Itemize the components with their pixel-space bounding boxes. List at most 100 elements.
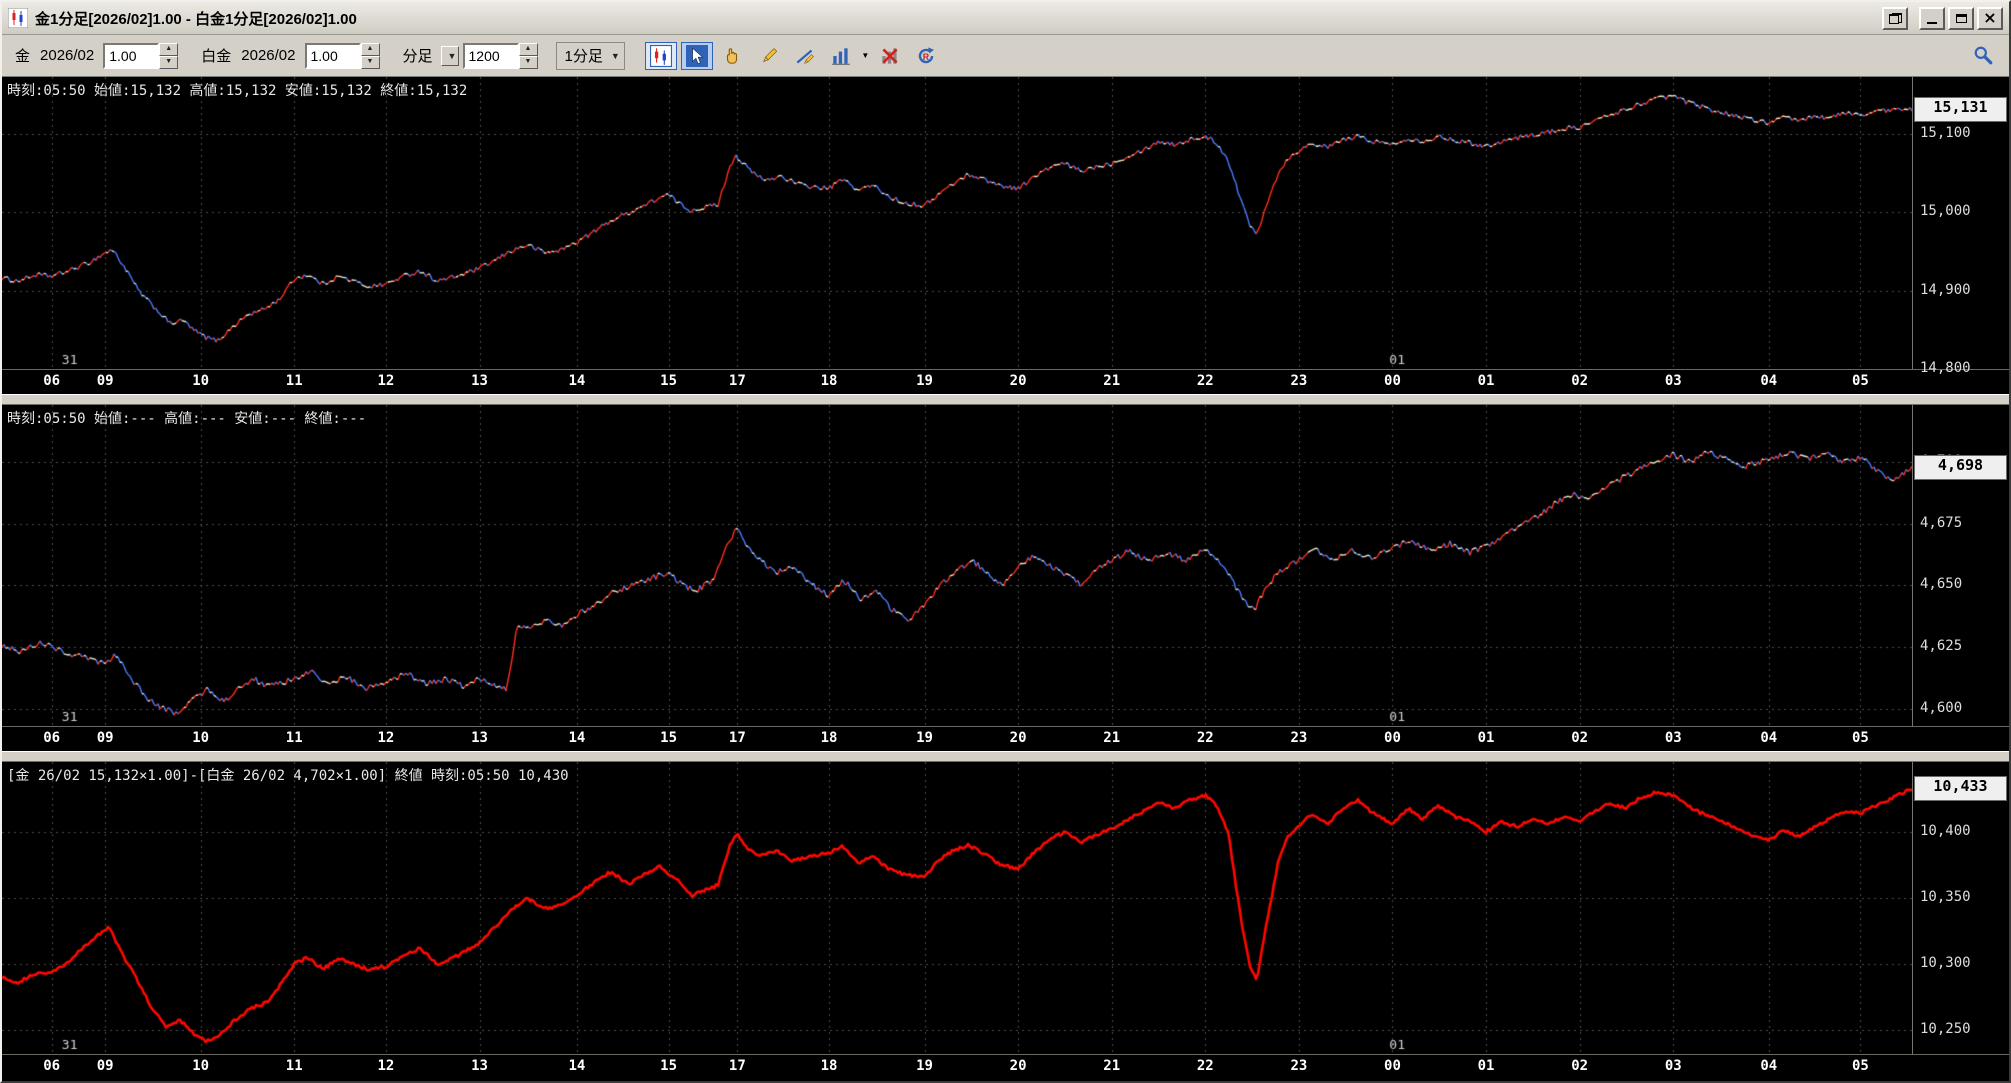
spread-price-axis[interactable]: 10,433 10,400 10,350 10,300 10,250 [1912, 762, 2009, 1054]
time-axis-label: 15 [660, 730, 678, 746]
platinum-price-axis[interactable]: 4,698 4,7004,6754,6504,6254,600 [1912, 405, 2009, 726]
panel-divider[interactable] [2, 751, 2009, 762]
platinum-chart-plot[interactable]: 時刻:05:50 始値:--- 高値:--- 安値:--- 終値:--- [2, 405, 1912, 726]
magnifier-icon [1974, 46, 1993, 65]
time-axis-label: 02 [1571, 373, 1589, 389]
time-axis-label: 14 [568, 1058, 586, 1074]
time-axis-label: 12 [377, 373, 395, 389]
indicator-tool-button[interactable] [825, 42, 857, 70]
platinum-chart-panel: 時刻:05:50 始値:--- 高値:--- 安値:--- 終値:--- 4,6… [2, 405, 2009, 751]
time-axis-label: 20 [1009, 373, 1027, 389]
platinum-symbol-label: 白金 [201, 48, 232, 65]
time-axis-label: 10 [192, 730, 210, 746]
platinum-contract-label: 2026/02 [241, 47, 296, 64]
time-axis-label: 19 [916, 730, 933, 746]
time-axis-label: 19 [916, 373, 933, 389]
platinum-time-axis[interactable]: 06 09 10 11 12 13 14 15 17 18 19 20 21 22 23 00 01 02 03 04… [2, 726, 2009, 751]
time-axis-label: 17 [728, 1058, 746, 1074]
bars-dropdown-arrow[interactable]: ▼ [440, 45, 459, 66]
spread-chart-canvas [2, 762, 1912, 1054]
toolbar: 金 2026/02 ▲ ▼ 白金 2026/02 ▲ ▼ 分足 [2, 35, 2009, 77]
chart-type-tool-button[interactable] [644, 41, 677, 70]
time-axis-label: 00 [1384, 730, 1401, 746]
gold-time-axis[interactable]: 06 09 10 11 12 13 14 15 17 18 19 20 21 22 23 00 01 02 03 04… [2, 369, 2009, 394]
time-axis-label: 17 [728, 730, 746, 746]
price-axis-label: 10,350 [1920, 889, 1971, 906]
price-axis-label: 14,900 [1920, 281, 1971, 298]
timeframe-value: 1分足 [564, 48, 603, 65]
time-axis-label: 21 [1103, 730, 1121, 746]
panel-divider[interactable] [2, 394, 2009, 405]
gold-multiplier-up-button[interactable]: ▲ [159, 42, 179, 56]
gold-multiplier-down-button[interactable]: ▼ [159, 55, 179, 69]
time-axis-label: 09 [96, 1058, 114, 1074]
circular-arrow-refresh-icon: R [918, 46, 934, 63]
price-axis-label: 4,650 [1920, 576, 1963, 593]
time-axis-label: 01 [1477, 373, 1495, 389]
time-axis-label: 03 [1664, 1058, 1682, 1074]
refresh-tool-button[interactable]: R [910, 42, 942, 70]
spread-chart-plot[interactable]: [金 26/02 15,132×1.00]-[白金 26/02 4,702×1.… [2, 762, 1912, 1054]
platinum-multiplier-down-button[interactable]: ▼ [360, 55, 380, 69]
time-axis-label: 14 [568, 730, 586, 746]
time-axis-label: 23 [1290, 373, 1308, 389]
time-axis-label: 00 [1384, 1058, 1401, 1074]
time-axis-label: 20 [1009, 1058, 1027, 1074]
bars-count-down-button[interactable]: ▼ [518, 55, 538, 69]
timeframe-select[interactable]: 1分足 ▼ [555, 41, 625, 70]
minimize-button[interactable] [1919, 6, 1945, 30]
gold-chart-plot[interactable]: 時刻:05:50 始値:15,132 高値:15,132 安値:15,132 終… [2, 77, 1912, 369]
platinum-last-price-badge: 4,698 [1914, 454, 2007, 480]
gold-symbol-label: 金 [15, 48, 31, 65]
gold-contract-label: 2026/02 [40, 47, 95, 64]
time-axis-label: 01 [1477, 1058, 1495, 1074]
time-axis-label: 04 [1760, 1058, 1778, 1074]
time-axis-label: 20 [1009, 730, 1027, 746]
time-axis-label: 06 [43, 1058, 61, 1074]
restore-window-button[interactable] [1882, 6, 1908, 30]
time-axis-label: 12 [377, 730, 395, 746]
bars-count-input[interactable] [462, 42, 519, 69]
window-title: 金1分足[2026/02]1.00 - 白金1分足[2026/02]1.00 [35, 10, 357, 28]
pan-tool-button[interactable] [717, 42, 749, 70]
time-axis-label: 03 [1664, 373, 1682, 389]
time-axis-label: 15 [660, 1058, 678, 1074]
gold-chart-panel: 時刻:05:50 始値:15,132 高値:15,132 安値:15,132 終… [2, 77, 2009, 394]
price-axis-label: 15,100 [1920, 124, 1971, 141]
indicator-dropdown-arrow[interactable]: ▼ [859, 42, 872, 70]
time-axis-label: 05 [1851, 730, 1869, 746]
time-axis-label: 09 [96, 373, 114, 389]
time-axis-label: 18 [820, 373, 838, 389]
gold-price-axis[interactable]: 15,131 15,100 15,000 14,900 14,800 [1912, 77, 2009, 376]
zoom-settings-button[interactable] [1967, 41, 1999, 69]
trendline-tool-button[interactable] [789, 42, 821, 70]
platinum-multiplier-spinner: ▲ ▼ [304, 42, 380, 69]
pencil-tool-button[interactable] [753, 42, 785, 70]
charts-area: 時刻:05:50 始値:15,132 高値:15,132 安値:15,132 終… [2, 77, 2009, 1081]
spread-time-axis[interactable]: 06 09 10 11 12 13 14 15 17 18 19 20 21 22 23 00 01 02 03 04… [2, 1054, 2009, 1081]
arrow-cursor-icon [685, 44, 708, 67]
cursor-tool-button[interactable] [680, 41, 713, 70]
bars-count-up-button[interactable]: ▲ [518, 42, 538, 56]
title-bar: 金1分足[2026/02]1.00 - 白金1分足[2026/02]1.00 × [2, 2, 2009, 35]
time-axis-label: 10 [192, 1058, 210, 1074]
platinum-multiplier-up-button[interactable]: ▲ [360, 42, 380, 56]
time-axis-label: 01 [1477, 730, 1495, 746]
platinum-multiplier-input[interactable] [304, 42, 361, 69]
time-axis-label: 02 [1571, 1058, 1589, 1074]
time-axis-label: 11 [285, 1058, 303, 1074]
price-axis-label: 10,400 [1920, 823, 1971, 840]
indicator-delete-tool-button[interactable] [874, 42, 906, 70]
maximize-icon [1955, 13, 1967, 23]
price-axis-label: 10,300 [1920, 955, 1971, 972]
time-axis-label: 18 [820, 730, 838, 746]
time-axis-label: 21 [1103, 373, 1121, 389]
time-axis-label: 02 [1571, 730, 1589, 746]
restore-icon [1888, 12, 1902, 24]
time-axis-label: 09 [96, 730, 114, 746]
maximize-button[interactable] [1948, 6, 1974, 30]
time-axis-label: 06 [43, 730, 61, 746]
close-button[interactable]: × [1977, 6, 2003, 30]
gold-multiplier-input[interactable] [103, 42, 160, 69]
price-axis-label: 4,675 [1920, 514, 1963, 531]
